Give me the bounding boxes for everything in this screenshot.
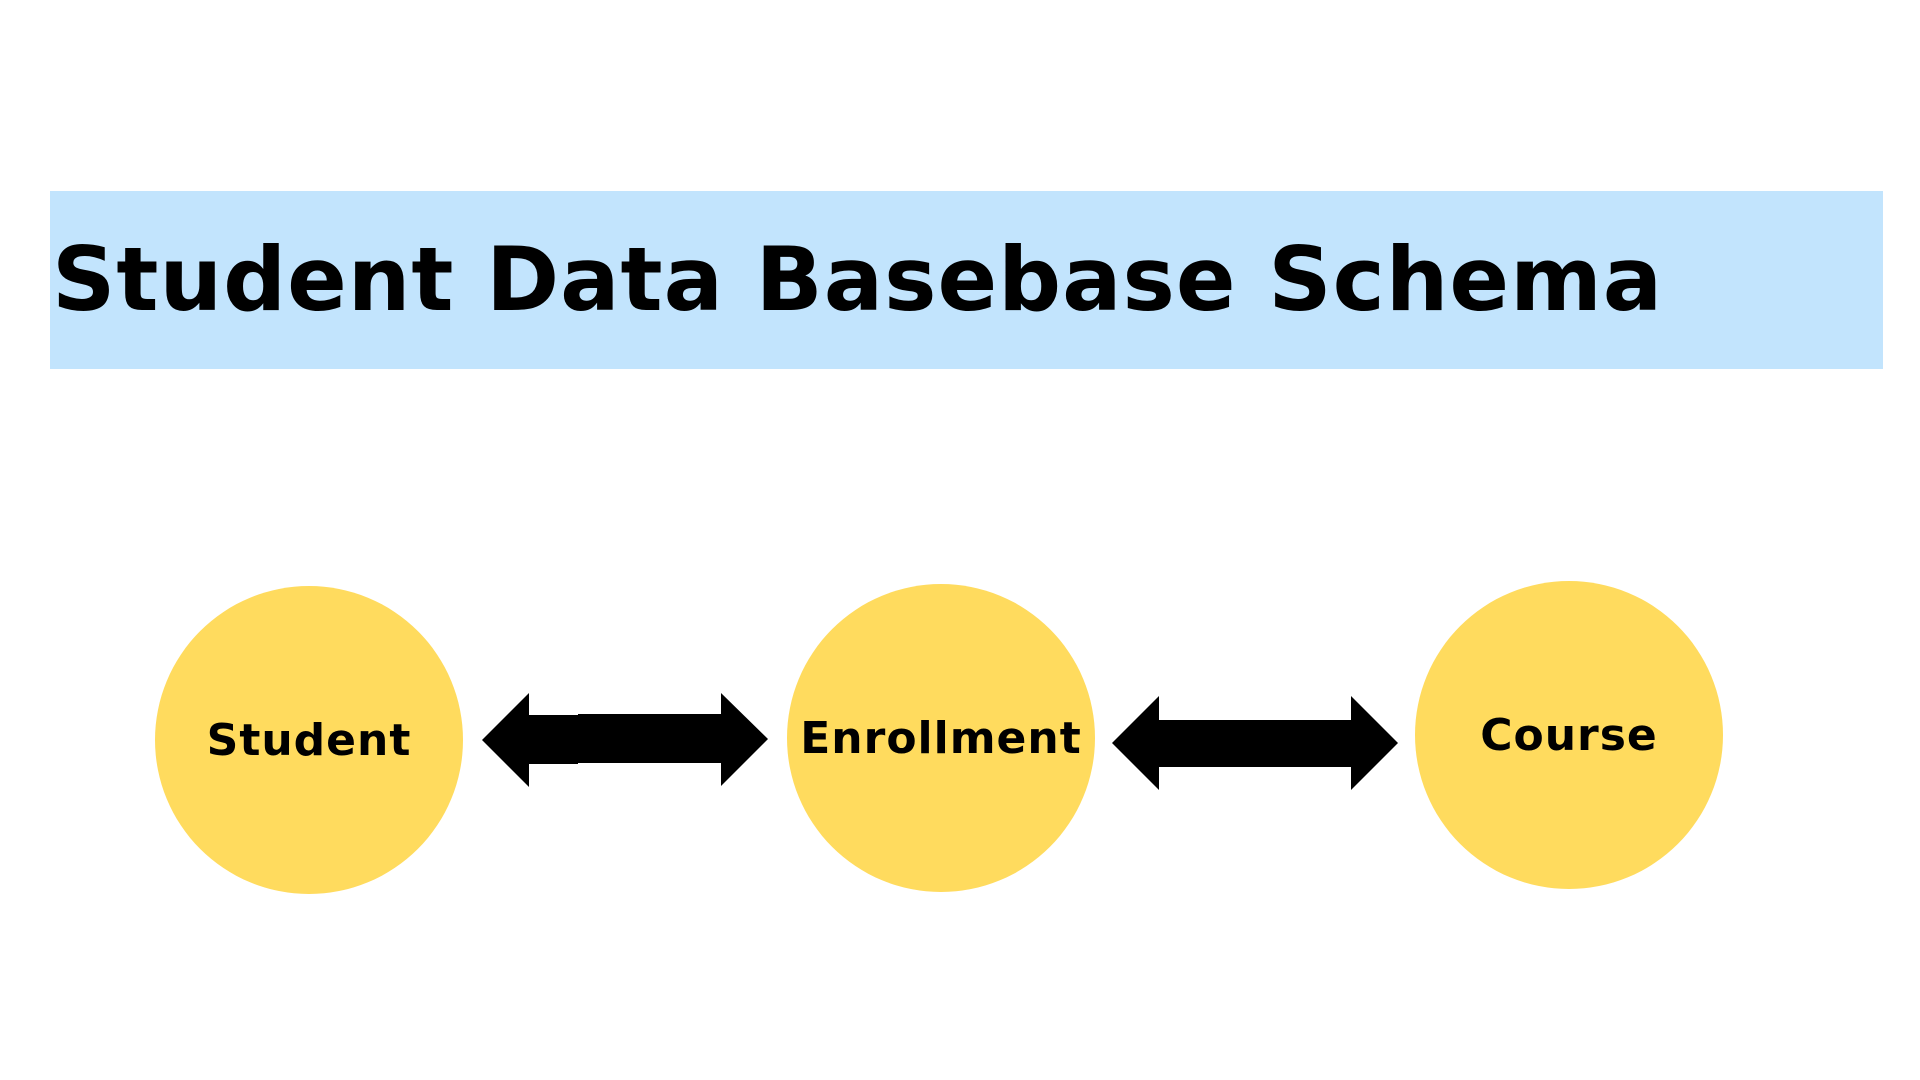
node-label-student: Student	[206, 714, 412, 766]
arrow-shape-enrollment-course	[1112, 696, 1398, 790]
node-course: Course	[1415, 581, 1723, 889]
diagram-title: Student Data Basebase Schema	[52, 228, 1664, 331]
title-band: Student Data Basebase Schema	[50, 191, 1883, 369]
double-arrow-student-enrollment	[482, 693, 768, 787]
node-label-course: Course	[1480, 709, 1658, 761]
node-student: Student	[155, 586, 463, 894]
double-arrow-enrollment-course	[1112, 696, 1398, 790]
node-enrollment: Enrollment	[787, 584, 1095, 892]
node-label-enrollment: Enrollment	[800, 712, 1082, 764]
arrow-shape-student-enrollment	[482, 693, 768, 787]
